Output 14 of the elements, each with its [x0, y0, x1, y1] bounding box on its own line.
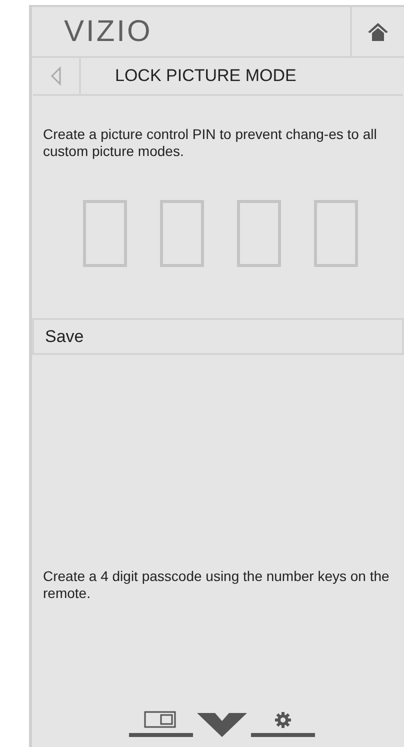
pin-digit-field[interactable]: [237, 200, 281, 267]
hint-text: Create a 4 digit passcode using the number keys on the remote.: [42, 568, 390, 602]
vizio-logo: VIZIO: [64, 16, 152, 46]
v-logo-icon[interactable]: [197, 711, 247, 737]
description-text: Create a picture control PIN to prevent chang-es to all custom picture modes.: [42, 126, 378, 160]
home-icon: [367, 22, 389, 42]
screen-title: LOCK PICTURE MODE: [115, 65, 296, 88]
pin-digit-field[interactable]: [83, 200, 127, 267]
save-button[interactable]: Save: [32, 318, 404, 355]
settings-icon[interactable]: [251, 710, 315, 737]
picture-in-picture-icon[interactable]: [129, 710, 193, 737]
back-arrow-icon: [50, 66, 62, 86]
pin-digit-field[interactable]: [314, 200, 358, 267]
pin-digit-field[interactable]: [160, 200, 204, 267]
